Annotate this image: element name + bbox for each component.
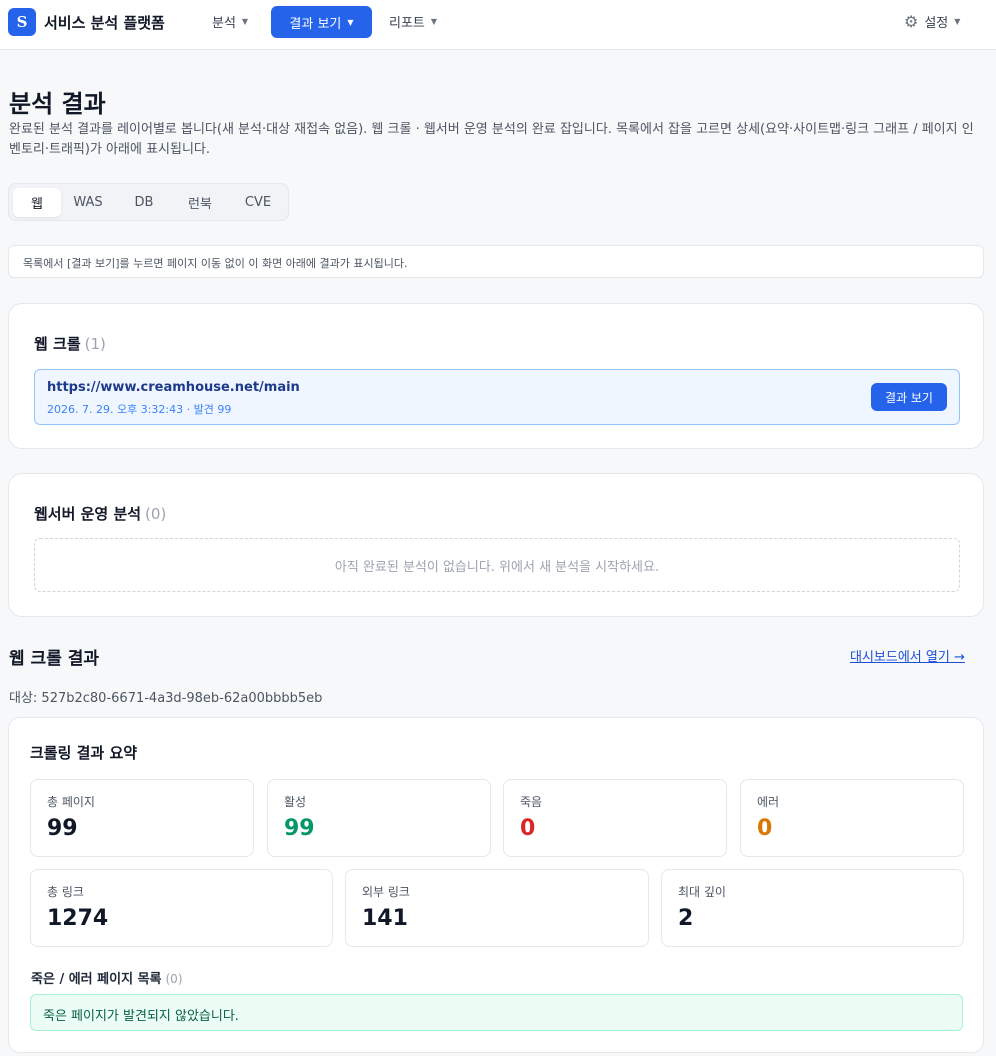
tab-web[interactable]: 웹 (13, 188, 61, 217)
top-navbar: S 서비스 분석 플랫폼 분석 ▼ 결과 보기 ▼ 리포트 ▼ ⚙ 설정 ▼ (0, 0, 996, 50)
job-meta: 2026. 7. 29. 오후 3:32:43 · 발견 99 (47, 403, 232, 416)
webserver-analysis-card: 웹서버 운영 분석 (0) 아직 완료된 분석이 없습니다. 위에서 새 분석을 … (8, 473, 984, 617)
tab-runbook[interactable]: 런북 (177, 188, 223, 217)
nav-results-label: 결과 보기 (289, 16, 342, 32)
chevron-down-icon: ▼ (347, 17, 354, 27)
nav-analysis[interactable]: 분석 ▼ (212, 12, 248, 31)
stat-card-error: 에러 0 (740, 779, 964, 857)
stat-card-external-links: 외부 링크 141 (345, 869, 649, 947)
tab-db[interactable]: DB (123, 188, 165, 217)
tab-cve[interactable]: CVE (235, 188, 281, 217)
gear-icon: ⚙ (904, 11, 919, 31)
app-logo[interactable]: S (8, 8, 36, 36)
info-notice: 목록에서 [결과 보기]를 누르면 페이지 이동 없이 이 화면 아래에 결과가… (8, 245, 984, 278)
web-crawl-card: 웹 크롤 (1) https://www.creamhouse.net/main … (8, 303, 984, 449)
stat-value: 0 (757, 816, 773, 841)
layer-tabs: 웹 WAS DB 런북 CVE (8, 183, 289, 221)
page-title: 분석 결과 (9, 90, 106, 118)
card-title-text: 웹 크롤 (34, 335, 81, 353)
stat-label: 총 페이지 (47, 795, 95, 809)
nav-report[interactable]: 리포트 ▼ (389, 12, 437, 31)
stat-label: 죽음 (520, 795, 543, 809)
nav-report-label: 리포트 (389, 16, 425, 31)
job-count: (0) (145, 505, 167, 523)
stat-card-max-depth: 최대 깊이 2 (661, 869, 964, 947)
settings-menu[interactable]: ⚙ 설정 ▼ (904, 12, 960, 31)
page-description: 완료된 분석 결과를 레이어별로 봅니다(새 분석·대상 재접속 없음). 웹 … (9, 122, 974, 157)
summary-title: 크롤링 결과 요약 (30, 744, 138, 762)
stat-label: 에러 (757, 795, 780, 809)
empty-state: 아직 완료된 분석이 없습니다. 위에서 새 분석을 시작하세요. (34, 538, 960, 592)
stat-value: 99 (284, 816, 315, 841)
stat-card-dead: 죽음 0 (503, 779, 727, 857)
stat-card-total-links: 총 링크 1274 (30, 869, 333, 947)
job-list-item[interactable]: https://www.creamhouse.net/main 2026. 7.… (34, 369, 960, 425)
job-url: https://www.creamhouse.net/main (47, 380, 300, 395)
results-title: 웹 크롤 결과 (9, 649, 100, 669)
stat-label: 외부 링크 (362, 885, 410, 899)
nav-analysis-label: 분석 (212, 16, 236, 31)
stat-value: 1274 (47, 906, 109, 931)
chevron-down-icon: ▼ (241, 17, 249, 26)
stat-value: 0 (520, 816, 536, 841)
stat-card-active: 활성 99 (267, 779, 491, 857)
settings-label: 설정 (924, 16, 949, 31)
card-title: 웹서버 운영 분석 (0) (34, 503, 166, 524)
card-title-text: 웹서버 운영 분석 (34, 505, 142, 523)
open-dashboard-link[interactable]: 대시보드에서 열기 → (850, 646, 965, 665)
app-name[interactable]: 서비스 분석 플랫폼 (44, 12, 165, 33)
stat-value: 141 (362, 906, 408, 931)
chevron-down-icon: ▼ (430, 17, 438, 26)
stat-value: 2 (678, 906, 694, 931)
card-title: 웹 크롤 (1) (34, 333, 106, 354)
job-count: (1) (84, 335, 106, 353)
stat-label: 총 링크 (47, 885, 84, 899)
target-id: 대상: 527b2c80-6671-4a3d-98eb-62a00bbbb5eb (9, 691, 323, 706)
chevron-down-icon: ▼ (954, 17, 961, 26)
stat-value: 99 (47, 816, 78, 841)
stat-label: 활성 (284, 795, 307, 809)
view-result-button[interactable]: 결과 보기 (871, 383, 947, 411)
nav-results[interactable]: 결과 보기 ▼ (271, 6, 372, 38)
dead-pages-title-text: 죽은 / 에러 페이지 목록 (31, 972, 162, 987)
crawl-summary-card: 크롤링 결과 요약 총 페이지 99 활성 99 죽음 0 에러 0 총 링크 … (8, 717, 984, 1053)
dead-pages-count: (0) (165, 972, 183, 986)
stat-label: 최대 깊이 (678, 885, 726, 899)
stat-card-total-pages: 총 페이지 99 (30, 779, 254, 857)
no-dead-pages-message: 죽은 페이지가 발견되지 않았습니다. (30, 994, 963, 1031)
dead-pages-title: 죽은 / 에러 페이지 목록 (0) (31, 968, 183, 987)
tab-was[interactable]: WAS (65, 188, 111, 217)
